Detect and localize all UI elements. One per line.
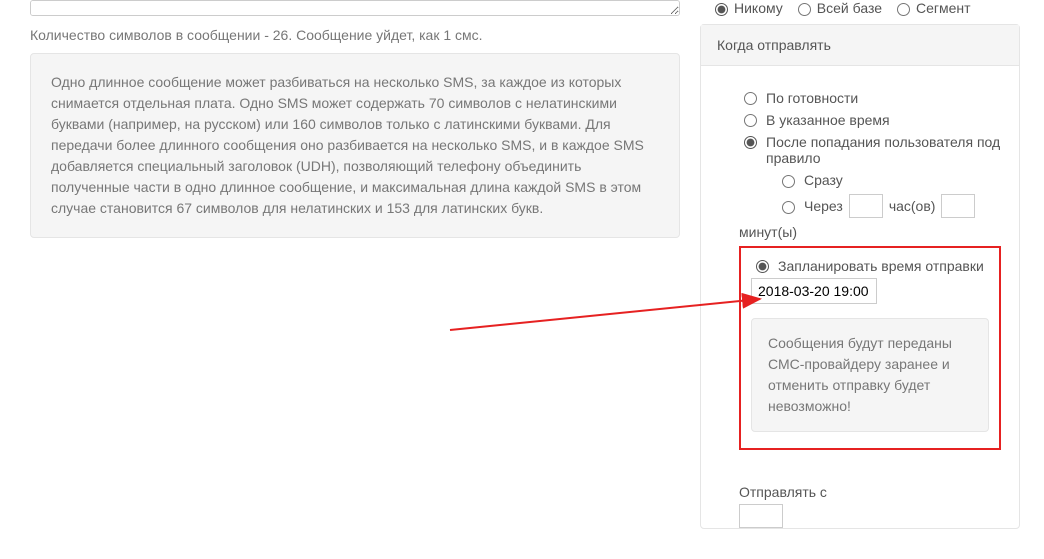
when-time-radio[interactable] bbox=[744, 114, 757, 127]
audience-segment[interactable]: Сегмент bbox=[892, 0, 971, 16]
audience-all-label: Всей базе bbox=[817, 0, 882, 16]
send-from-label: Отправлять с bbox=[739, 484, 1019, 500]
when-time-label: В указанное время bbox=[766, 112, 890, 128]
sub-delay-label-1: Через bbox=[804, 198, 843, 214]
char-count-label: Количество символов в сообщении - 26. Со… bbox=[30, 27, 680, 43]
sub-delay-label-2: час(ов) bbox=[889, 198, 936, 214]
audience-nobody[interactable]: Никому bbox=[710, 0, 783, 16]
when-to-send-panel: Когда отправлять По готовности В указанн… bbox=[700, 24, 1020, 529]
audience-radio-group: Никому Всей базе Сегмент bbox=[700, 0, 1020, 24]
sub-immediate-label: Сразу bbox=[804, 172, 843, 188]
schedule-datetime-input[interactable] bbox=[751, 278, 877, 304]
when-rule-radio[interactable] bbox=[744, 136, 757, 149]
hours-input[interactable] bbox=[849, 194, 883, 218]
audience-segment-radio[interactable] bbox=[897, 3, 910, 16]
send-from-input[interactable] bbox=[739, 504, 783, 528]
when-ready-radio[interactable] bbox=[744, 92, 757, 105]
sub-schedule-label: Запланировать время отправки bbox=[778, 258, 984, 274]
panel-header: Когда отправлять bbox=[701, 25, 1019, 66]
message-textarea[interactable] bbox=[30, 0, 680, 16]
sms-info-box: Одно длинное сообщение может разбиваться… bbox=[30, 53, 680, 238]
schedule-warning-box: Сообщения будут переданы СМС-провайдеру … bbox=[751, 318, 989, 432]
minutes-input[interactable] bbox=[941, 194, 975, 218]
audience-all[interactable]: Всей базе bbox=[793, 0, 882, 16]
when-rule-label: После попадания пользователя под правило bbox=[766, 134, 1001, 166]
audience-nobody-label: Никому bbox=[734, 0, 783, 16]
sub-delay-radio[interactable] bbox=[782, 201, 795, 214]
when-ready-label: По готовности bbox=[766, 90, 858, 106]
schedule-highlight-box: Запланировать время отправки Сообщения б… bbox=[739, 246, 1001, 450]
sub-immediate-radio[interactable] bbox=[782, 175, 795, 188]
audience-segment-label: Сегмент bbox=[916, 0, 971, 16]
sub-delay-label-3: минут(ы) bbox=[739, 224, 797, 240]
audience-all-radio[interactable] bbox=[798, 3, 811, 16]
sub-schedule-radio[interactable] bbox=[756, 260, 769, 273]
audience-nobody-radio[interactable] bbox=[715, 3, 728, 16]
